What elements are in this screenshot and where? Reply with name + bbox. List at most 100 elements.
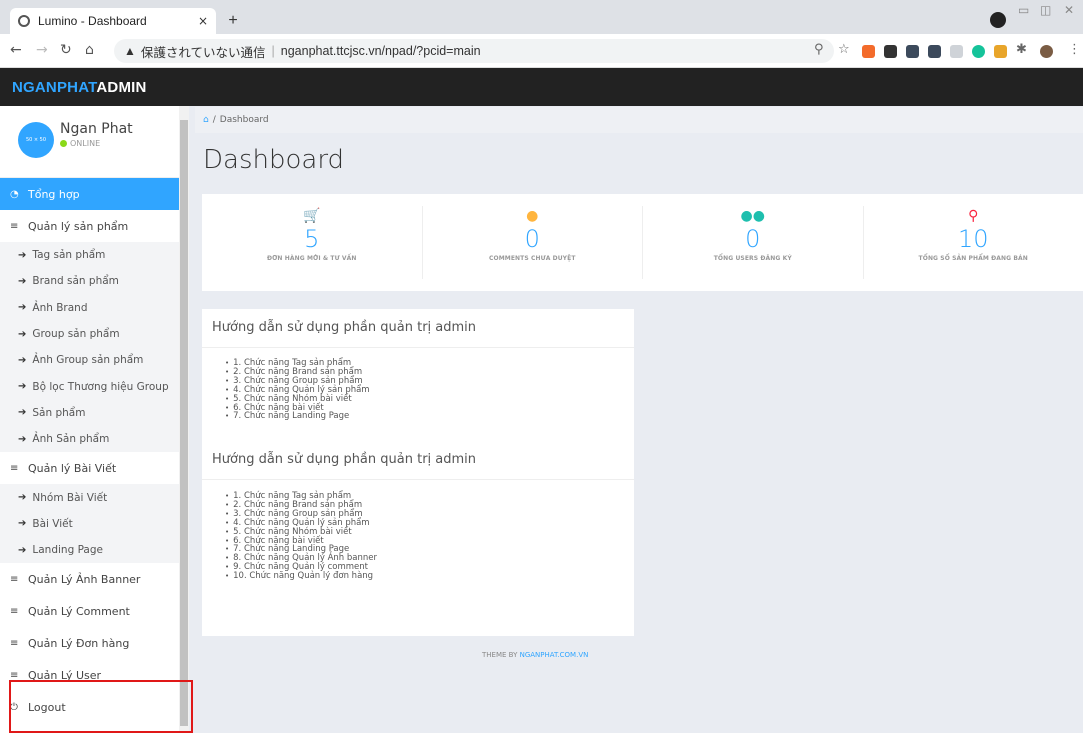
- sidebar-subitem[interactable]: ➔ Ảnh Brand: [0, 294, 179, 321]
- stat-value: 5: [304, 225, 320, 253]
- sidebar-subitem[interactable]: ➔ Nhóm Bài Viết: [0, 484, 179, 511]
- sidebar-item-label: Quản Lý Đơn hàng: [28, 636, 130, 650]
- stat-label: TỔNG SỐ SẢN PHẨM ĐANG BÁN: [918, 255, 1028, 262]
- bars-icon: ≡: [10, 220, 19, 232]
- brand-part2: ADMIN: [96, 79, 147, 96]
- breadcrumb-separator: /: [212, 115, 216, 125]
- footer-link[interactable]: NGANPHAT.COM.VN: [520, 651, 589, 659]
- sidebar-item[interactable]: ≡ Quản lý Bài Viết: [0, 452, 179, 484]
- stat-label: ĐƠN HÀNG MỚI & TƯ VẤN: [266, 255, 357, 262]
- tab-close-icon[interactable]: ×: [198, 14, 208, 28]
- sidebar-menu: ◔ Tổng hợp ≡ Quản lý sản phẩm ➔ Tag sản phẩm ➔…: [0, 178, 179, 723]
- sidebar-item[interactable]: ◔ Tổng hợp: [0, 178, 179, 210]
- sidebar-subitem[interactable]: ➔ Landing Page: [0, 536, 179, 564]
- sidebar-item-label: Ảnh Sản phẩm: [32, 433, 110, 446]
- brand-logo[interactable]: NGANPHATADMIN: [12, 79, 147, 96]
- grammarly-icon[interactable]: [972, 45, 985, 58]
- breadcrumb: ⌂ / Dashboard: [195, 107, 1083, 133]
- address-bar[interactable]: ▲ 保護されていない通信 | nganphat.ttcjsc.vn/npad/?…: [114, 39, 834, 63]
- guide-list: 1. Chức năng Tag sản phẩm2. Chức năng Br…: [225, 492, 377, 581]
- divider: [202, 347, 634, 348]
- arrow-right-icon: ➔: [18, 275, 27, 287]
- bars-icon: ≡: [10, 637, 19, 649]
- arrow-right-icon: ➔: [18, 328, 27, 340]
- arrow-right-icon: ➔: [18, 544, 27, 556]
- stat-card: 🛒 5 ĐƠN HÀNG MỚI & TƯ VẤN: [202, 206, 423, 279]
- home-icon[interactable]: ⌂: [85, 42, 94, 58]
- sidebar-item-label: Group sản phẩm: [32, 328, 120, 341]
- sidebar-subitem[interactable]: ➔ Group sản phẩm: [0, 320, 179, 348]
- minimize-icon[interactable]: ▭: [1018, 3, 1029, 17]
- back-icon[interactable]: ←: [10, 42, 22, 58]
- sidebar-item-label: Ảnh Group sản phẩm: [32, 354, 144, 367]
- search-icon: ⚲: [968, 208, 979, 224]
- browser-tab[interactable]: Lumino - Dashboard ×: [10, 8, 216, 34]
- maximize-icon[interactable]: ◫: [1040, 3, 1051, 17]
- stats-panel: 🛒 5 ĐƠN HÀNG MỚI & TƯ VẤN ● 0 COMMENTS CHƯA D…: [202, 194, 1083, 291]
- extension-icon[interactable]: [906, 45, 919, 58]
- browser-toolbar: ← → ↻ ⌂ ▲ 保護されていない通信 | nganphat.ttcjsc.v…: [0, 34, 1083, 68]
- reload-icon[interactable]: ↻: [60, 42, 72, 58]
- zoom-icon[interactable]: ⚲: [814, 42, 824, 57]
- avatar[interactable]: [1040, 45, 1053, 58]
- arrow-right-icon: ➔: [18, 354, 27, 366]
- bars-icon: ≡: [10, 462, 19, 474]
- extension-icon[interactable]: [928, 45, 941, 58]
- list-item: 7. Chức năng Landing Page: [225, 412, 370, 421]
- kebab-menu-icon[interactable]: ⋮: [1068, 42, 1081, 57]
- stat-card: ⚲ 10 TỔNG SỐ SẢN PHẨM ĐANG BÁN: [864, 206, 1083, 279]
- extension-icon[interactable]: [884, 45, 897, 58]
- sidebar-item-label: Sản phẩm: [32, 406, 86, 419]
- puzzle-icon[interactable]: ✱: [1016, 42, 1027, 57]
- list-item: 10. Chức năng Quản lý đơn hàng: [225, 572, 377, 581]
- close-window-icon[interactable]: ✕: [1064, 3, 1074, 17]
- extension-icon[interactable]: [950, 45, 963, 58]
- comments-icon: ●: [526, 208, 539, 224]
- sidebar-item[interactable]: ≡ Quản Lý Ảnh Banner: [0, 563, 179, 595]
- logout-highlight-box: [9, 680, 193, 733]
- scroll-thumb[interactable]: [180, 120, 188, 726]
- bookmark-star-icon[interactable]: ☆: [838, 42, 850, 57]
- online-dot-icon: [60, 140, 67, 147]
- profile-icon[interactable]: [990, 12, 1006, 28]
- stat-label: COMMENTS CHƯA DUYỆT: [488, 255, 576, 262]
- sidebar-item-label: Landing Page: [32, 544, 103, 557]
- guide-heading: Hướng dẫn sử dụng phần quản trị admin: [212, 452, 477, 467]
- users-icon: ●●: [740, 208, 765, 224]
- avatar: 50 × 50: [18, 122, 54, 158]
- breadcrumb-current: Dashboard: [219, 115, 269, 125]
- browser-tab-bar: Lumino - Dashboard × + ▭ ◫ ✕: [0, 0, 1083, 34]
- new-tab-button[interactable]: +: [222, 11, 244, 31]
- sidebar-item[interactable]: ≡ Quản Lý Đơn hàng: [0, 627, 179, 659]
- tab-title: Lumino - Dashboard: [38, 14, 147, 28]
- sidebar-subitem[interactable]: ➔ Sản phẩm: [0, 399, 179, 427]
- extension-icon[interactable]: [994, 45, 1007, 58]
- stat-value: 0: [524, 225, 540, 253]
- forward-icon[interactable]: →: [36, 42, 48, 58]
- sidebar-subitem[interactable]: ➔ Bộ lọc Thương hiệu Group: [0, 373, 179, 400]
- sidebar-item-label: Ảnh Brand: [32, 301, 88, 314]
- sidebar-item[interactable]: ≡ Quản lý sản phẩm: [0, 210, 179, 242]
- sidebar-subitem[interactable]: ➔ Tag sản phẩm: [0, 242, 179, 269]
- home-icon[interactable]: ⌂: [203, 115, 209, 125]
- extension-icon[interactable]: [862, 45, 875, 58]
- sidebar-item[interactable]: ≡ Quản Lý Comment: [0, 595, 179, 627]
- stat-card: ● 0 COMMENTS CHƯA DUYỆT: [423, 206, 643, 279]
- sidebar-item-label: Quản Lý Ảnh Banner: [28, 572, 141, 586]
- security-warning: 保護されていない通信: [140, 45, 266, 60]
- sidebar-subitem[interactable]: ➔ Ảnh Group sản phẩm: [0, 347, 179, 374]
- dashboard-icon: ◔: [10, 188, 19, 200]
- sidebar-scrollbar[interactable]: [179, 106, 189, 733]
- sidebar-subitem[interactable]: ➔ Brand sản phẩm: [0, 268, 179, 295]
- url-separator: |: [271, 44, 275, 58]
- sidebar-subitem[interactable]: ➔ Ảnh Sản phẩm: [0, 426, 179, 453]
- warning-icon: ▲: [124, 44, 136, 58]
- sidebar-subitem[interactable]: ➔ Bài Viết: [0, 510, 179, 537]
- sidebar-item-label: Bộ lọc Thương hiệu Group: [32, 380, 169, 393]
- sidebar-item-label: Tổng hợp: [28, 187, 80, 201]
- guide-list: 1. Chức năng Tag sản phẩm2. Chức năng Br…: [225, 359, 370, 421]
- sidebar-item-label: Quản lý Bài Viết: [28, 461, 117, 475]
- stat-value: 0: [745, 225, 761, 253]
- globe-icon: [18, 15, 30, 27]
- divider: [202, 479, 634, 480]
